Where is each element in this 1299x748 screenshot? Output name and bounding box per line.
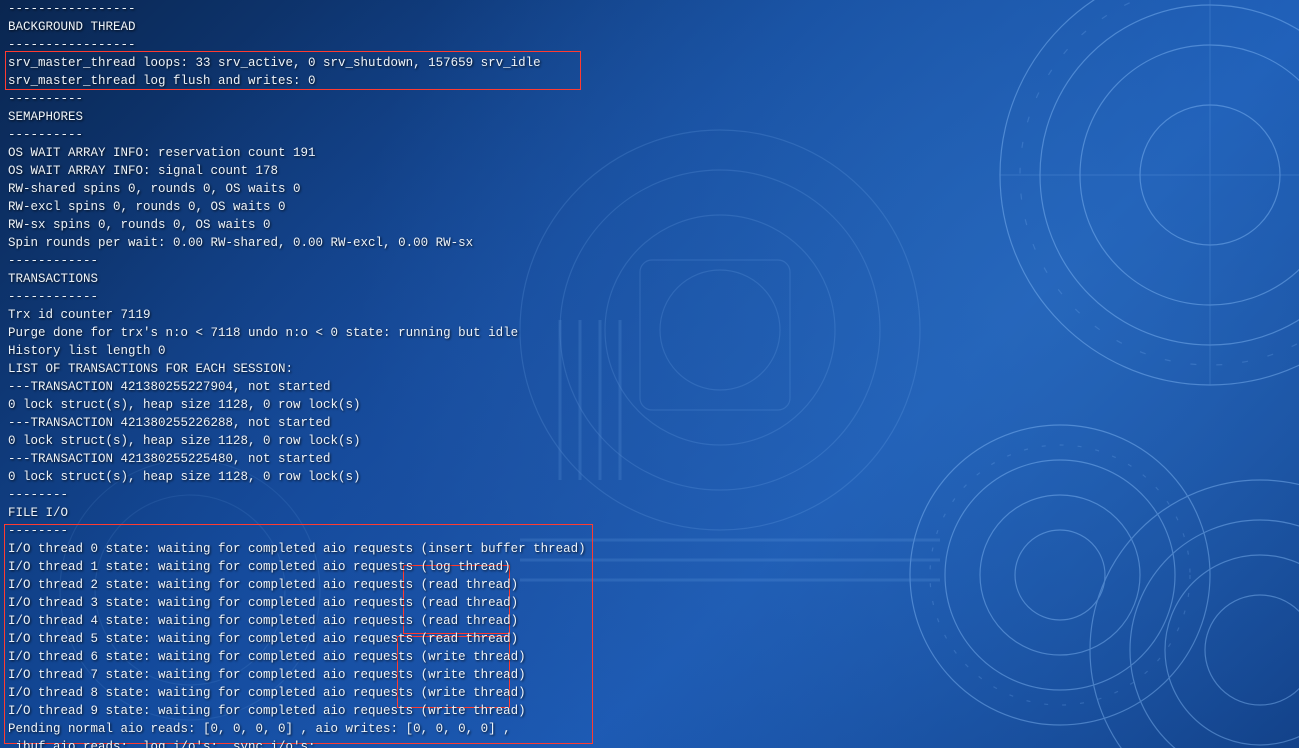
output-line-30: I/O thread 0 state: waiting for complete… bbox=[8, 540, 1291, 558]
output-line-18: Purge done for trx's n:o < 7118 undo n:o… bbox=[8, 324, 1291, 342]
output-line-19: History list length 0 bbox=[8, 342, 1291, 360]
output-line-33: I/O thread 3 state: waiting for complete… bbox=[8, 594, 1291, 612]
output-line-16: ------------ bbox=[8, 288, 1291, 306]
output-line-12: RW-sx spins 0, rounds 0, OS waits 0 bbox=[8, 216, 1291, 234]
output-line-32: I/O thread 2 state: waiting for complete… bbox=[8, 576, 1291, 594]
output-line-6: SEMAPHORES bbox=[8, 108, 1291, 126]
output-line-26: 0 lock struct(s), heap size 1128, 0 row … bbox=[8, 468, 1291, 486]
output-line-38: I/O thread 8 state: waiting for complete… bbox=[8, 684, 1291, 702]
output-line-5: ---------- bbox=[8, 90, 1291, 108]
output-line-7: ---------- bbox=[8, 126, 1291, 144]
output-line-27: -------- bbox=[8, 486, 1291, 504]
output-line-10: RW-shared spins 0, rounds 0, OS waits 0 bbox=[8, 180, 1291, 198]
output-line-25: ---TRANSACTION 421380255225480, not star… bbox=[8, 450, 1291, 468]
output-line-0: ----------------- bbox=[8, 0, 1291, 18]
output-line-37: I/O thread 7 state: waiting for complete… bbox=[8, 666, 1291, 684]
output-line-35: I/O thread 5 state: waiting for complete… bbox=[8, 630, 1291, 648]
output-line-17: Trx id counter 7119 bbox=[8, 306, 1291, 324]
output-line-13: Spin rounds per wait: 0.00 RW-shared, 0.… bbox=[8, 234, 1291, 252]
output-line-24: 0 lock struct(s), heap size 1128, 0 row … bbox=[8, 432, 1291, 450]
output-line-9: OS WAIT ARRAY INFO: signal count 178 bbox=[8, 162, 1291, 180]
output-line-11: RW-excl spins 0, rounds 0, OS waits 0 bbox=[8, 198, 1291, 216]
output-line-23: ---TRANSACTION 421380255226288, not star… bbox=[8, 414, 1291, 432]
output-line-8: OS WAIT ARRAY INFO: reservation count 19… bbox=[8, 144, 1291, 162]
output-line-40: Pending normal aio reads: [0, 0, 0, 0] ,… bbox=[8, 720, 1291, 738]
output-line-31: I/O thread 1 state: waiting for complete… bbox=[8, 558, 1291, 576]
output-line-36: I/O thread 6 state: waiting for complete… bbox=[8, 648, 1291, 666]
output-line-1: BACKGROUND THREAD bbox=[8, 18, 1291, 36]
output-line-4: srv_master_thread log flush and writes: … bbox=[8, 72, 1291, 90]
output-line-28: FILE I/O bbox=[8, 504, 1291, 522]
output-line-15: TRANSACTIONS bbox=[8, 270, 1291, 288]
output-line-21: ---TRANSACTION 421380255227904, not star… bbox=[8, 378, 1291, 396]
output-line-2: ----------------- bbox=[8, 36, 1291, 54]
output-line-41: ibuf aio reads:, log i/o's:, sync i/o's: bbox=[8, 738, 1291, 748]
output-line-39: I/O thread 9 state: waiting for complete… bbox=[8, 702, 1291, 720]
output-line-34: I/O thread 4 state: waiting for complete… bbox=[8, 612, 1291, 630]
output-line-3: srv_master_thread loops: 33 srv_active, … bbox=[8, 54, 1291, 72]
innodb-status-output: -----------------BACKGROUND THREAD------… bbox=[0, 0, 1299, 748]
output-line-29: -------- bbox=[8, 522, 1291, 540]
output-line-22: 0 lock struct(s), heap size 1128, 0 row … bbox=[8, 396, 1291, 414]
output-line-14: ------------ bbox=[8, 252, 1291, 270]
output-line-20: LIST OF TRANSACTIONS FOR EACH SESSION: bbox=[8, 360, 1291, 378]
